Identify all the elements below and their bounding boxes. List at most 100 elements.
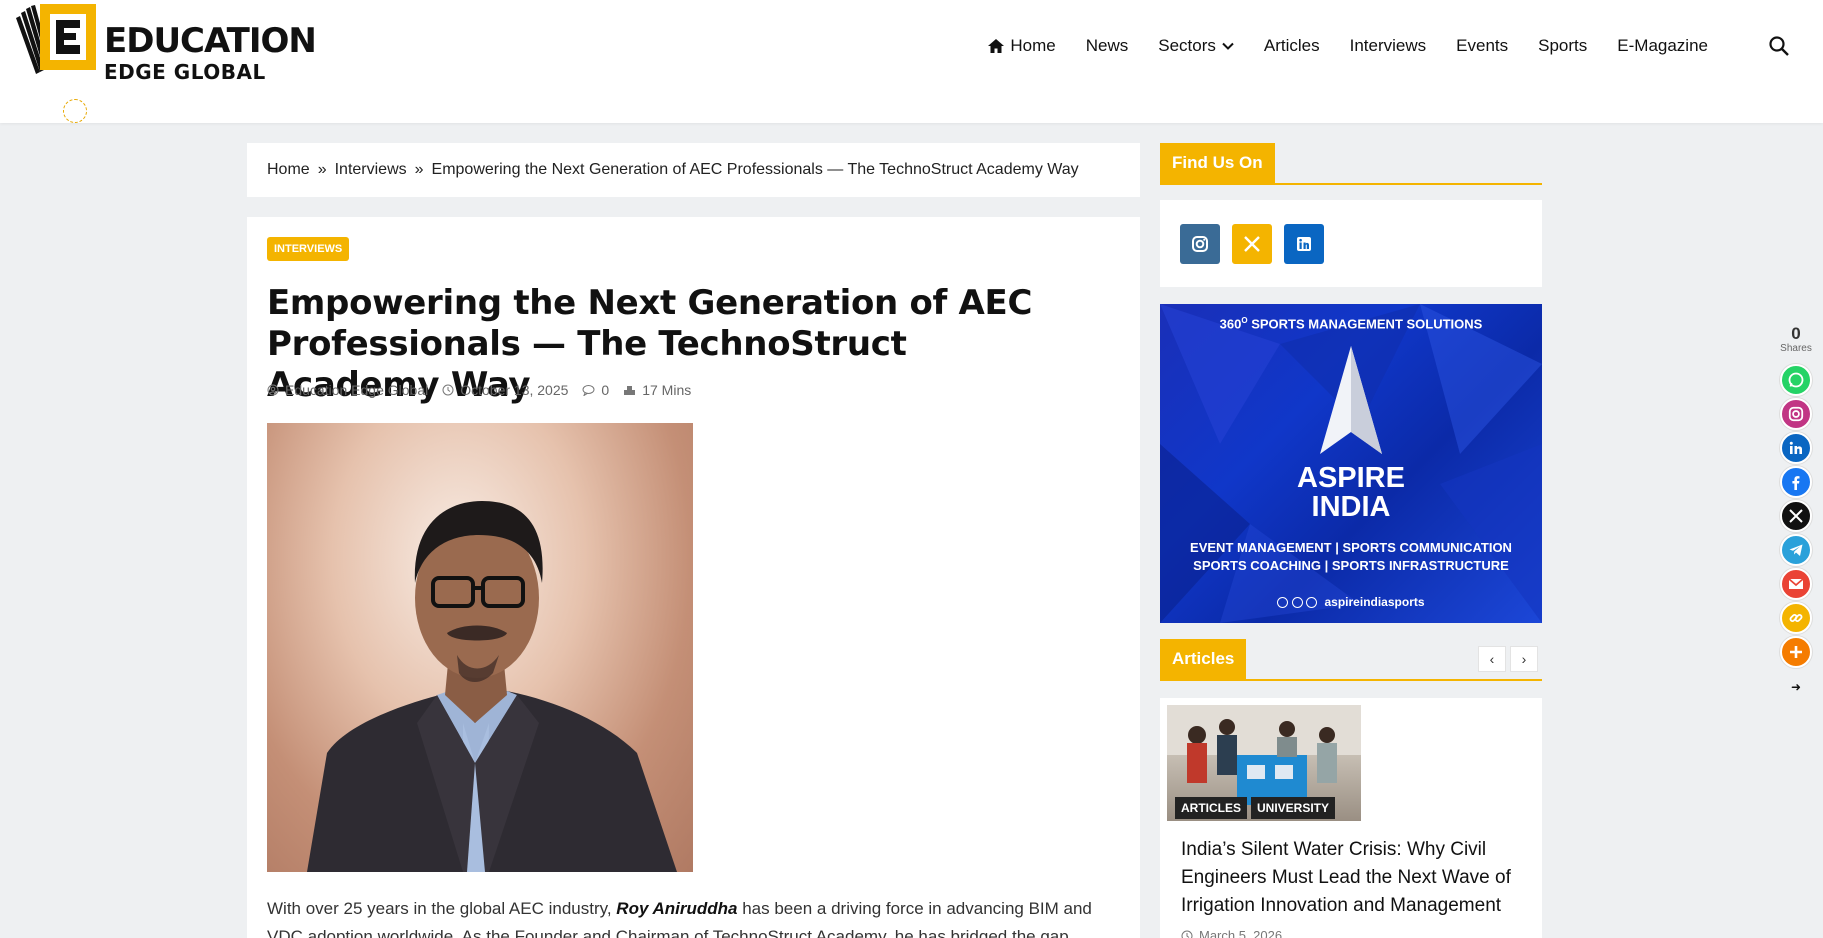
find-us-heading-label: Find Us On [1160, 143, 1275, 183]
share-x-button[interactable] [1780, 500, 1812, 532]
linkedin-icon [1789, 441, 1802, 454]
portrait-illustration [307, 501, 677, 872]
meta-author-name: Education Edge Global [285, 382, 429, 398]
meta-comments[interactable]: 0 [582, 382, 609, 398]
site-logo[interactable]: EDUCATION EDGE GLOBAL [12, 2, 317, 86]
share-count: 0 [1791, 324, 1801, 343]
x-icon [1789, 509, 1803, 523]
linkedin-link[interactable] [1284, 223, 1324, 264]
breadcrumb-separator: » [414, 161, 424, 178]
article-featured-image [267, 423, 693, 872]
tag-articles[interactable]: ARTICLES [1175, 797, 1247, 819]
carousel-prev-button[interactable]: ‹ [1478, 646, 1506, 672]
nav-home[interactable]: Home [972, 34, 1070, 58]
meta-read-time-value: 17 Mins [642, 382, 692, 398]
share-copy-link-button[interactable] [1780, 602, 1812, 634]
x-icon [1244, 235, 1260, 252]
breadcrumb-home[interactable]: Home [267, 161, 310, 179]
tag-university[interactable]: UNIVERSITY [1251, 797, 1336, 819]
carousel-next-button[interactable]: › [1510, 646, 1538, 672]
meta-date-value: October 13, 2025 [460, 382, 569, 398]
meta-read-time: 17 Mins [623, 382, 691, 398]
article-body: With over 25 years in the global AEC ind… [267, 895, 1127, 938]
ad-services-line1: EVENT MANAGEMENT | SPORTS COMMUNICATION [1190, 540, 1512, 555]
sidebar-article-card[interactable]: ARTICLES UNIVERSITY India’s Silent Water… [1160, 698, 1542, 938]
site-header: EDUCATION EDGE GLOBAL Home News Sectors … [0, 0, 1823, 123]
read-time-icon [624, 386, 636, 395]
user-circle-icon [267, 384, 279, 396]
comment-icon [582, 385, 595, 396]
article-thumbnail[interactable]: ARTICLES UNIVERSITY [1167, 705, 1361, 821]
nav-news[interactable]: News [1071, 34, 1144, 58]
instagram-link[interactable] [1180, 223, 1220, 264]
facebook-icon [1792, 476, 1800, 490]
body-bold-name: Roy Aniruddha [616, 899, 738, 918]
share-whatsapp-button[interactable] [1780, 364, 1812, 396]
sidebar-article-date-value: March 5, 2026 [1199, 928, 1283, 938]
share-telegram-button[interactable] [1780, 534, 1812, 566]
gmail-icon [1788, 578, 1804, 589]
nav-sectors[interactable]: Sectors [1143, 34, 1249, 58]
ad-tagline: 360O SPORTS MANAGEMENT SOLUTIONS [1160, 316, 1542, 331]
category-badge[interactable]: INTERVIEWS [267, 237, 350, 261]
share-gmail-button[interactable] [1780, 568, 1812, 600]
share-label: Shares [1780, 343, 1812, 354]
breadcrumb-separator: » [317, 161, 327, 178]
ad-services-line2: SPORTS COACHING | SPORTS INFRASTRUCTURE [1193, 558, 1509, 573]
breadcrumb-interviews[interactable]: Interviews [335, 161, 407, 179]
chevron-down-icon [1222, 42, 1234, 50]
nav-events-label: Events [1456, 36, 1509, 55]
instagram-icon [1291, 597, 1303, 609]
clock-icon [442, 384, 454, 396]
articles-heading-label: Articles [1160, 639, 1247, 679]
meta-date[interactable]: October 13, 2025 [442, 382, 568, 398]
nav-sectors-label: Sectors [1158, 36, 1216, 55]
home-icon [988, 39, 1005, 53]
instagram-icon [1788, 406, 1804, 422]
instagram-icon [1192, 235, 1208, 252]
hide-share-bar-icon[interactable]: ➜ [1791, 680, 1801, 694]
nav-emagazine[interactable]: E-Magazine [1602, 34, 1723, 58]
logo-mark-icon [16, 4, 96, 74]
nav-interviews[interactable]: Interviews [1335, 34, 1442, 58]
sidebar-article-date: March 5, 2026 [1181, 928, 1282, 938]
nav-sports-label: Sports [1538, 36, 1588, 55]
ad-tagline-degree: O [1241, 316, 1248, 325]
aspire-india-ad[interactable]: 360O SPORTS MANAGEMENT SOLUTIONS ASPIRE … [1160, 304, 1542, 623]
share-instagram-button[interactable] [1780, 398, 1812, 430]
ad-brand-line1: ASPIRE [1297, 462, 1405, 494]
nav-articles[interactable]: Articles [1249, 34, 1335, 58]
search-icon[interactable] [1768, 35, 1790, 57]
sidebar-article-title[interactable]: India’s Silent Water Crisis: Why Civil E… [1181, 836, 1521, 920]
find-us-heading: Find Us On [1160, 143, 1542, 185]
ad-handle: aspireindiasports [1160, 595, 1542, 609]
nav-sports[interactable]: Sports [1523, 34, 1602, 58]
article-meta: Education Edge Global October 13, 2025 0… [267, 382, 705, 398]
nav-news-label: News [1085, 36, 1129, 55]
ad-tagline-text: SPORTS MANAGEMENT SOLUTIONS [1251, 316, 1483, 332]
ad-tagline-number: 360 [1219, 316, 1242, 332]
sidebar: Find Us On 360O SPORTS MANAGEMENT SOLUTI… [1160, 143, 1542, 938]
linkedin-icon [1297, 236, 1311, 251]
x-link[interactable] [1232, 223, 1272, 264]
globe-icon [1306, 597, 1318, 609]
article-card: INTERVIEWS Empowering the Next Generatio… [247, 217, 1140, 938]
meta-author[interactable]: Education Edge Global [267, 382, 428, 398]
share-more-button[interactable] [1780, 636, 1812, 668]
share-bar: 0 Shares ➜ [1777, 325, 1815, 694]
link-icon [1789, 614, 1803, 622]
share-facebook-button[interactable] [1780, 466, 1812, 498]
nav-events[interactable]: Events [1441, 34, 1523, 58]
logo-line-2: EDGE GLOBAL [104, 60, 266, 84]
body-intro: With over 25 years in the global AEC ind… [267, 899, 617, 918]
breadcrumb-current: Empowering the Next Generation of AEC Pr… [431, 161, 1079, 178]
ad-handle-text: aspireindiasports [1324, 595, 1425, 609]
breadcrumb: Home » Interviews » Empowering the Next … [247, 143, 1140, 197]
nav-interviews-label: Interviews [1349, 36, 1427, 55]
main-nav: Home News Sectors Articles Interviews Ev… [972, 34, 1723, 58]
loading-spinner-icon [63, 99, 87, 123]
clock-icon [1181, 930, 1193, 938]
nav-home-label: Home [1010, 36, 1056, 55]
ad-brand-line2: INDIA [1311, 491, 1391, 523]
share-linkedin-button[interactable] [1780, 432, 1812, 464]
